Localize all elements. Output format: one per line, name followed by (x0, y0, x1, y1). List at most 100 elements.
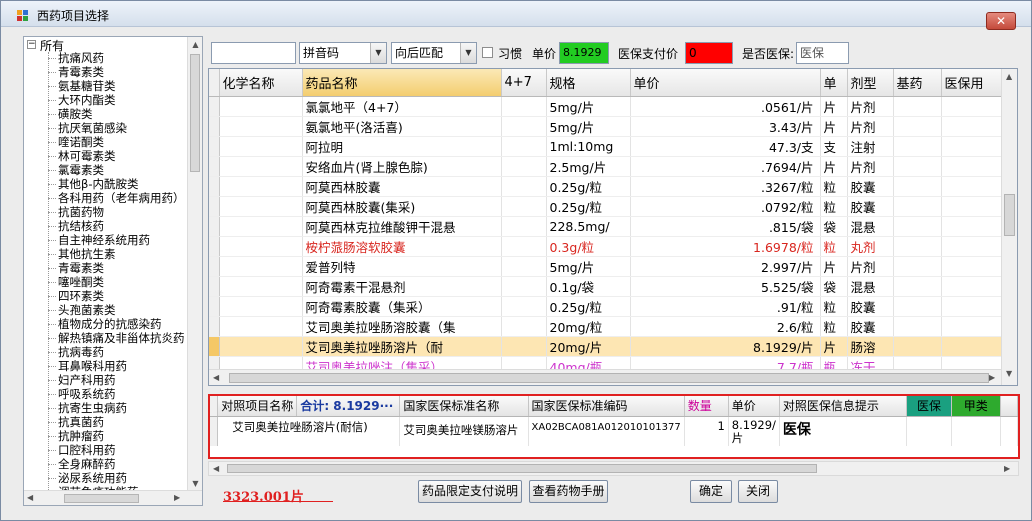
tree-item[interactable]: 抗寄生虫病药 (48, 401, 188, 415)
col-price[interactable]: 单价 (630, 69, 821, 97)
tree-horizontal-scrollbar[interactable]: ◀ ▶ (24, 490, 202, 505)
table-row[interactable]: 阿拉明 1ml:10mg 47.3/支支注射 (209, 136, 1002, 157)
tree-vertical-scrollbar[interactable]: ▲ ▼ (187, 37, 202, 491)
table-row[interactable]: 阿奇霉素干混悬剂 0.1g/袋 5.525/袋袋混悬 (209, 276, 1002, 297)
insurance-mapping-grid[interactable]: 对照项目名称 合计: 8.1929··· 国家医保标准名称 国家医保标准编码 数… (208, 394, 1020, 459)
tree-item[interactable]: 植物成分的抗感染药 (48, 317, 188, 331)
chevron-down-icon[interactable]: ▼ (370, 43, 386, 63)
col-qty[interactable]: 数量 (684, 396, 729, 417)
row-header[interactable] (209, 216, 220, 237)
tree-item[interactable]: 耳鼻喉科用药 (48, 359, 188, 373)
chevron-down-icon[interactable]: ▼ (460, 43, 476, 63)
scroll-thumb[interactable] (229, 373, 989, 383)
unit-price-field[interactable]: 8.1929 (559, 42, 609, 64)
col-base-drug[interactable]: 基药 (893, 69, 942, 97)
col-total[interactable]: 合计: 8.1929··· (296, 396, 401, 417)
row-header[interactable] (209, 276, 220, 297)
table-row[interactable]: 阿莫西林胶囊(集采) 0.25g/粒 .0792/粒粒胶囊 (209, 196, 1002, 217)
table-row[interactable]: 氨氯地平(洛活喜) 5mg/片 3.43/片片片剂 (209, 116, 1002, 137)
is-insurance-field[interactable]: 医保 (796, 42, 849, 64)
col-std-code[interactable]: 国家医保标准编码 (528, 396, 685, 417)
insurance-pay-field[interactable]: 0 (685, 42, 733, 64)
row-header[interactable] (209, 296, 220, 317)
tree-item[interactable]: 林可霉素类 (48, 149, 188, 163)
tree-item[interactable]: 泌尿系统用药 (48, 471, 188, 485)
scroll-left-icon[interactable]: ◀ (213, 464, 219, 473)
tree-item[interactable]: 解热镇痛及非甾体抗炎药 (48, 331, 188, 345)
table-row[interactable]: 氯氯地平（4+7） 5mg/片 .0561/片片片剂 (209, 96, 1002, 117)
col-drug-name[interactable]: 药品名称 (302, 69, 502, 97)
col-spec[interactable]: 规格 (546, 69, 631, 97)
grid-vertical-scrollbar[interactable]: ▲ ▼ (1001, 69, 1017, 385)
limit-payment-button[interactable]: 药品限定支付说明 (418, 480, 522, 503)
tree-item[interactable]: 自主神经系统用药 (48, 233, 188, 247)
col-chem-name[interactable]: 化学名称 (219, 69, 303, 97)
scroll-down-icon[interactable]: ▼ (188, 476, 202, 491)
row-header[interactable] (209, 116, 220, 137)
tree-item[interactable]: 呼吸系统药 (48, 387, 188, 401)
tree-item[interactable]: 氯霉素类 (48, 163, 188, 177)
col-unit-price[interactable]: 单价 (728, 396, 780, 417)
mapping-horizontal-scrollbar[interactable]: ◀ ▶ (208, 461, 1019, 476)
col-insured[interactable]: 医保 (906, 396, 952, 417)
scroll-thumb[interactable] (1004, 194, 1015, 236)
row-header[interactable] (209, 156, 220, 177)
tree-item[interactable]: 磺胺类 (48, 107, 188, 121)
scroll-right-icon[interactable]: ▶ (989, 373, 995, 382)
tree-item[interactable]: 青霉素类 (48, 261, 188, 275)
tree-item[interactable]: 抗痛风药 (48, 51, 188, 65)
row-header[interactable] (209, 336, 220, 357)
col-item-name[interactable]: 对照项目名称 (217, 396, 298, 417)
tree-item[interactable]: 妇产科用药 (48, 373, 188, 387)
table-row[interactable]: 阿奇霉素胶囊（集采） 0.25g/粒 .91/粒粒胶囊 (209, 296, 1002, 317)
search-input[interactable] (211, 42, 296, 64)
row-header[interactable] (209, 96, 220, 117)
row-header[interactable] (209, 176, 220, 197)
tree-item[interactable]: 抗菌药物 (48, 205, 188, 219)
scroll-left-icon[interactable]: ◀ (27, 493, 33, 502)
drug-grid[interactable]: 化学名称 药品名称 4+7 规格 单价 单 剂型 基药 医保用 氯氯地平（4+7… (208, 68, 1018, 386)
scroll-up-icon[interactable]: ▲ (188, 37, 202, 52)
col-std-name[interactable]: 国家医保标准名称 (399, 396, 529, 417)
tree-item[interactable]: 噻唑酮类 (48, 275, 188, 289)
col-47[interactable]: 4+7 (501, 69, 547, 97)
col-class-a[interactable]: 甲类 (951, 396, 1001, 417)
tree-item[interactable]: 口腔科用药 (48, 443, 188, 457)
scroll-thumb[interactable] (64, 494, 139, 503)
close-window-button[interactable]: ✕ (986, 12, 1016, 30)
tree-item[interactable]: 抗结核药 (48, 219, 188, 233)
mapping-qty[interactable]: 1 (684, 416, 729, 446)
col-insurance[interactable]: 医保用 (941, 69, 1002, 97)
collapse-icon[interactable]: − (27, 40, 36, 49)
scroll-thumb[interactable] (227, 464, 817, 473)
drug-manual-button[interactable]: 查看药物手册 (529, 480, 608, 503)
input-mode-select[interactable]: 拼音码 ▼ (299, 42, 387, 64)
scroll-left-icon[interactable]: ◀ (213, 373, 219, 382)
scroll-up-icon[interactable]: ▲ (1006, 72, 1012, 81)
row-header[interactable] (209, 316, 220, 337)
col-tip[interactable]: 对照医保信息提示 (779, 396, 908, 417)
tree-item[interactable]: 抗厌氧菌感染 (48, 121, 188, 135)
tree-item[interactable]: 全身麻醉药 (48, 457, 188, 471)
tree-item[interactable]: 喹诺酮类 (48, 135, 188, 149)
table-row[interactable]: 安络血片(肾上腺色腙) 2.5mg/片 .7694/片片片剂 (209, 156, 1002, 177)
grid-horizontal-scrollbar[interactable]: ◀ ▶ (209, 369, 1001, 385)
tree-item[interactable]: 抗肿瘤药 (48, 429, 188, 443)
tree-item[interactable]: 其他β-内酰胺类 (48, 177, 188, 191)
category-tree[interactable]: − 所有 抗痛风药 青霉素类 氨基糖苷类 大环内酯类 磺胺类 抗厌氧菌感染 喹诺酮类 林可霉素… (23, 36, 203, 506)
tree-item[interactable]: 氨基糖苷类 (48, 79, 188, 93)
tree-item[interactable]: 各科用药（老年病用药） (48, 191, 188, 205)
scroll-right-icon[interactable]: ▶ (174, 493, 180, 502)
tree-item[interactable]: 抗真菌药 (48, 415, 188, 429)
row-header[interactable] (209, 196, 220, 217)
row-header[interactable] (209, 136, 220, 157)
table-row[interactable]: 艾司奥美拉唑肠溶片（耐 20mg/片 8.1929/片片肠溶 (209, 336, 1002, 357)
tree-item[interactable]: 四环素类 (48, 289, 188, 303)
tree-item[interactable]: 其他抗生素 (48, 247, 188, 261)
scroll-right-icon[interactable]: ▶ (1004, 464, 1010, 473)
scroll-down-icon[interactable]: ▼ (1006, 369, 1012, 378)
tree-item[interactable]: 抗病毒药 (48, 345, 188, 359)
table-row[interactable]: 阿莫西林胶囊 0.25g/粒 .3267/粒粒胶囊 (209, 176, 1002, 197)
col-form[interactable]: 剂型 (847, 69, 894, 97)
row-header[interactable] (209, 236, 220, 257)
